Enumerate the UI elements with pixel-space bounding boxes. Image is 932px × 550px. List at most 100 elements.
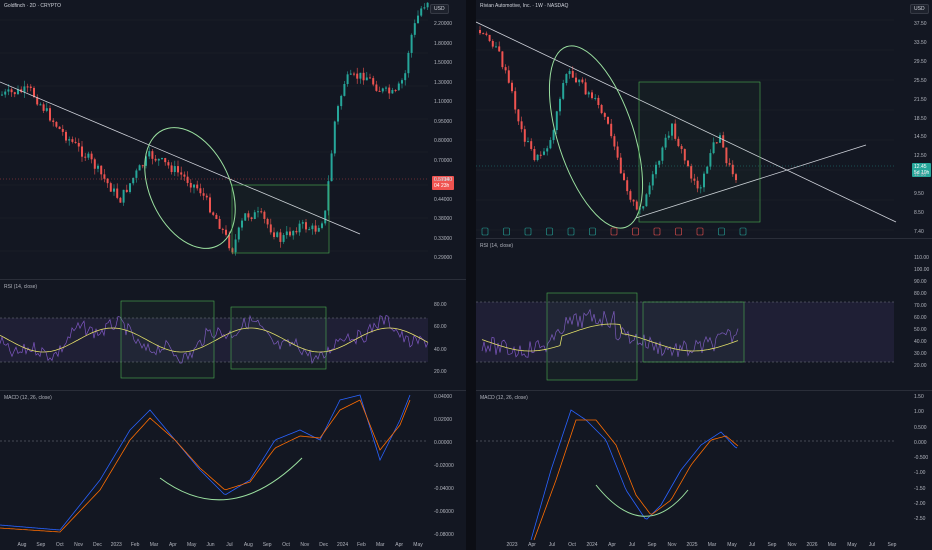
candle-body	[378, 90, 381, 92]
candle-body	[498, 46, 501, 52]
price-axis-tick: 11.00	[914, 172, 927, 179]
pane-separator[interactable]	[476, 390, 932, 391]
price-axis-tick: 0.38000	[434, 216, 453, 222]
time-axis-tick: Aug	[243, 542, 253, 548]
curve-annotation	[595, 484, 689, 517]
candle-body	[87, 153, 90, 158]
price-axis-tick: 0.33000	[434, 235, 453, 242]
macd-axis-tick: 0.000	[914, 439, 927, 446]
macd-axis-tick: 1.50	[914, 394, 924, 400]
candle-body	[164, 158, 167, 163]
candle-body	[507, 70, 510, 83]
earnings-marker-icon	[503, 227, 510, 236]
pane-separator[interactable]	[0, 390, 466, 391]
right-chart-pane[interactable]: Rivian Automotive, Inc. · 1W · NASDAQ US…	[476, 0, 932, 550]
price-axis-tick: 1.80000	[434, 40, 453, 47]
signal-line	[0, 399, 411, 533]
candle-body	[375, 84, 378, 91]
candle-body	[58, 126, 61, 129]
candle-body	[619, 157, 622, 174]
rsi-axis-tick: 70.00	[914, 303, 927, 309]
rsi-axis-tick: 30.00	[914, 351, 927, 357]
candle-body	[520, 121, 523, 130]
candle-body	[559, 98, 561, 112]
earnings-marker-icon	[610, 227, 618, 236]
candle-body	[333, 121, 336, 154]
time-axis-tick: Apr	[395, 542, 404, 548]
rsi-box	[546, 292, 638, 381]
macd-axis-tick: 0.02000	[434, 417, 453, 423]
candle-body	[170, 165, 173, 173]
candle-body	[546, 148, 549, 152]
macd-label: MACD (12, 26, close)	[4, 395, 52, 401]
candle-body	[417, 15, 419, 24]
price-axis-tick: 7.40	[914, 229, 924, 235]
candle-body	[587, 92, 590, 95]
candle-body	[385, 87, 387, 89]
time-axis-tick: 2023	[110, 542, 122, 548]
candle-body	[93, 159, 96, 169]
candle-body	[410, 34, 413, 53]
pane-divider[interactable]	[466, 0, 476, 550]
candle-body	[49, 108, 51, 121]
time-axis-tick: Sep	[647, 542, 657, 548]
candle-body	[196, 184, 199, 189]
left-chart-canvas[interactable]	[0, 0, 466, 550]
candle-body	[420, 8, 423, 16]
rsi-box	[642, 301, 745, 363]
candle-body	[488, 34, 491, 42]
pane-separator[interactable]	[0, 279, 466, 280]
time-axis-tick: Apr	[608, 542, 616, 548]
candle-body	[90, 153, 93, 160]
time-axis-tick: Jul	[748, 542, 756, 548]
candle-body	[600, 104, 603, 114]
candle-body	[632, 199, 635, 202]
price-axis-tick: 2.20000	[434, 21, 453, 27]
candle-body	[183, 174, 186, 177]
candle-body	[337, 106, 339, 122]
curve-annotation	[159, 457, 303, 501]
candle-body	[1, 94, 3, 96]
macd-axis-tick: -0.04000	[434, 486, 454, 492]
candle-body	[517, 109, 520, 122]
candle-body	[113, 188, 115, 192]
candle-body	[42, 104, 45, 111]
candle-body	[359, 72, 362, 79]
time-axis-tick: Jun	[206, 542, 215, 548]
macd-label: MACD (12, 26, close)	[480, 395, 528, 401]
rsi-axis-tick: 60.00	[914, 315, 927, 321]
candle-body	[148, 151, 151, 157]
time-axis-tick: Nov	[300, 542, 310, 548]
price-axis-tick: 0.29000	[434, 255, 453, 261]
candle-body	[39, 104, 42, 106]
candle-body	[372, 78, 375, 85]
earnings-marker-icon	[696, 227, 704, 236]
macd-axis-tick: -2.50	[914, 516, 926, 522]
candle-body	[511, 82, 513, 92]
candle-body	[491, 41, 494, 47]
time-axis-tick: Mar	[149, 542, 159, 548]
candle-body	[597, 97, 600, 105]
price-axis-tick: 37.50	[914, 21, 927, 27]
candle-body	[129, 183, 131, 192]
macd-axis-tick: -0.500	[914, 455, 929, 461]
range-box	[638, 81, 761, 223]
candle-body	[346, 74, 349, 85]
time-axis-tick: Nov	[74, 542, 84, 548]
time-axis-tick: Apr	[528, 542, 536, 548]
price-axis-tick: 1.30000	[434, 79, 453, 86]
left-chart-pane[interactable]: Goldfinch · 2D · CRYPTO USD RSI (14, clo…	[0, 0, 466, 550]
time-axis-tick: Dec	[319, 542, 329, 548]
candle-body	[177, 166, 179, 173]
price-axis-tick: 18.50	[914, 115, 927, 122]
candle-body	[218, 218, 221, 229]
candle-body	[122, 189, 125, 203]
right-chart-canvas[interactable]	[476, 0, 932, 550]
price-axis-tick: 0.44000	[434, 196, 453, 203]
candle-body	[202, 193, 205, 196]
candle-body	[426, 2, 429, 8]
candle-body	[584, 82, 587, 95]
candle-body	[482, 33, 485, 35]
time-axis-tick: Jul	[548, 542, 556, 548]
pane-separator[interactable]	[476, 238, 932, 239]
